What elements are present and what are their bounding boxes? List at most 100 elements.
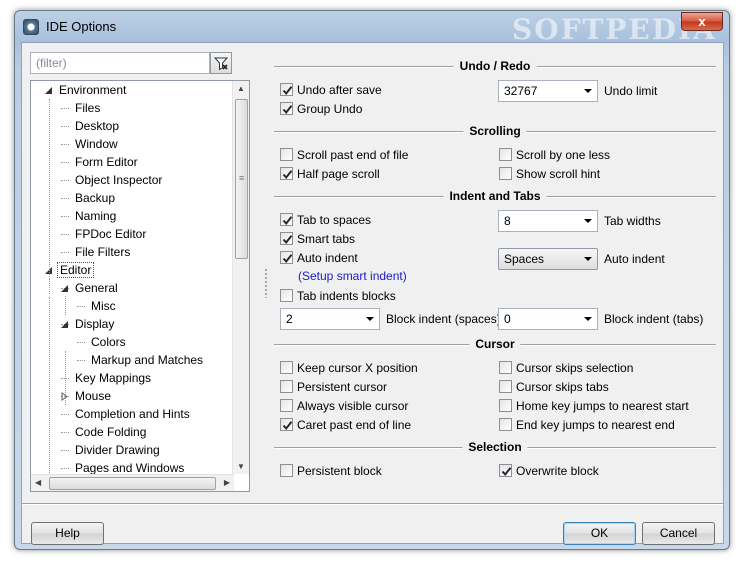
tree-item-label: Backup (75, 191, 116, 205)
title-bar[interactable]: IDE Options SOFTPEDIA x (15, 11, 729, 46)
cursor-skips-selection-checkbox[interactable]: Cursor skips selection (499, 360, 633, 376)
scroll-by-one-less-checkbox[interactable]: Scroll by one less (499, 147, 610, 163)
tree-item-label: Divider Drawing (75, 443, 160, 457)
tree-item[interactable]: Files (73, 99, 102, 117)
checkbox-unchecked-icon (280, 361, 293, 374)
checkbox-unchecked-icon (280, 399, 293, 412)
tree-guide (49, 99, 50, 279)
chevron-down-icon (584, 89, 592, 93)
tree-item[interactable]: Desktop (73, 117, 121, 135)
tree-item[interactable]: Mouse (73, 387, 113, 405)
tree-connector (61, 468, 69, 469)
smart-tabs-checkbox[interactable]: Smart tabs (280, 231, 355, 247)
tree-item[interactable]: Code Folding (73, 423, 148, 441)
tree-horizontal-scrollbar[interactable]: ◀ ▶ (31, 474, 234, 491)
ok-button[interactable]: OK (563, 522, 636, 545)
expand-triangle-icon[interactable] (60, 284, 69, 293)
tree-item-label: Naming (75, 209, 117, 223)
checkbox-checked-icon (280, 83, 293, 96)
always-visible-cursor-checkbox[interactable]: Always visible cursor (280, 398, 408, 414)
expand-triangle-icon[interactable] (44, 86, 53, 95)
checkbox-unchecked-icon (499, 361, 512, 374)
tree-item-label: Form Editor (75, 155, 138, 169)
cursor-skips-tabs-checkbox[interactable]: Cursor skips tabs (499, 379, 609, 395)
tree-item[interactable]: Markup and Matches (89, 351, 205, 369)
tree-vertical-scrollbar[interactable]: ▲ ≡ ▼ (232, 81, 249, 474)
tree-item[interactable]: Form Editor (73, 153, 140, 171)
filter-input[interactable]: (filter) (30, 52, 210, 74)
overwrite-block-checkbox[interactable]: Overwrite block (499, 463, 599, 479)
scroll-up-icon[interactable]: ▲ (237, 84, 245, 93)
filter-clear-icon (214, 57, 229, 71)
block-indent-spaces-label: Block indent (spaces) (386, 312, 501, 326)
block-indent-spaces-combo[interactable]: 2 (280, 308, 380, 330)
tree-item[interactable]: Object Inspector (73, 171, 164, 189)
tree-item[interactable]: Display (73, 315, 116, 333)
section-title: Scrolling (463, 124, 527, 138)
half-page-scroll-checkbox[interactable]: Half page scroll (280, 166, 380, 182)
tab-to-spaces-checkbox[interactable]: Tab to spaces (280, 212, 371, 228)
tree-item[interactable]: FPDoc Editor (73, 225, 148, 243)
tree-item-label: Key Mappings (75, 371, 152, 385)
section-title: Indent and Tabs (443, 189, 547, 203)
chevron-down-icon (584, 317, 592, 321)
tree-item[interactable]: File Filters (73, 243, 132, 261)
grip-icon: ≡ (239, 173, 245, 183)
setup-smart-indent-link[interactable]: (Setup smart indent) (298, 269, 407, 283)
group-undo-checkbox[interactable]: Group Undo (280, 101, 362, 117)
tree-connector (61, 450, 69, 451)
options-tree[interactable]: Environment Files Desktop Window Form Editor… (30, 80, 250, 492)
scroll-down-icon[interactable]: ▼ (237, 462, 245, 471)
tree-item[interactable]: Naming (73, 207, 118, 225)
scroll-left-icon[interactable]: ◀ (35, 478, 41, 487)
close-button[interactable]: x (681, 12, 723, 31)
expand-triangle-icon[interactable] (60, 320, 69, 329)
keep-cursor-x-checkbox[interactable]: Keep cursor X position (280, 360, 418, 376)
auto-indent-checkbox[interactable]: Auto indent (280, 250, 358, 266)
block-indent-tabs-combo[interactable]: 0 (498, 308, 598, 330)
tree-horizontal-thumb[interactable] (49, 477, 216, 490)
tree-item-label: General (75, 281, 118, 295)
scroll-past-eof-checkbox[interactable]: Scroll past end of file (280, 147, 408, 163)
tree-item[interactable]: Colors (89, 333, 128, 351)
persistent-cursor-checkbox[interactable]: Persistent cursor (280, 379, 387, 395)
tree-item[interactable]: Environment (57, 81, 128, 99)
home-key-jumps-checkbox[interactable]: Home key jumps to nearest start (499, 398, 689, 414)
chevron-down-icon (584, 219, 592, 223)
tree-item[interactable]: Key Mappings (73, 369, 153, 387)
end-key-jumps-checkbox[interactable]: End key jumps to nearest end (499, 417, 675, 433)
auto-indent-mode-select[interactable]: Spaces (498, 248, 598, 270)
tree-connector (61, 108, 69, 109)
tree-item[interactable]: Divider Drawing (73, 441, 162, 459)
checkbox-unchecked-icon (499, 148, 512, 161)
checkbox-checked-icon (280, 251, 293, 264)
undo-after-save-checkbox[interactable]: Undo after save (280, 82, 382, 98)
tree-guide (65, 351, 66, 405)
ide-options-window: IDE Options SOFTPEDIA x (filter) Environ… (14, 10, 730, 550)
chevron-down-icon (584, 257, 592, 261)
tree-item-label: Markup and Matches (91, 353, 204, 367)
tree-item[interactable]: Misc (89, 297, 118, 315)
scroll-right-icon[interactable]: ▶ (224, 478, 230, 487)
tree-item[interactable]: Completion and Hints (73, 405, 192, 423)
tab-widths-combo[interactable]: 8 (498, 210, 598, 232)
tree-item[interactable]: Window (73, 135, 120, 153)
tab-indents-blocks-checkbox[interactable]: Tab indents blocks (280, 288, 396, 304)
tree-item-label: File Filters (75, 245, 131, 259)
checkbox-checked-icon (280, 102, 293, 115)
tree-item[interactable]: General (73, 279, 120, 297)
section-title: Cursor (469, 337, 521, 351)
checkbox-unchecked-icon (499, 399, 512, 412)
pane-splitter[interactable] (264, 268, 268, 298)
persistent-block-checkbox[interactable]: Persistent block (280, 463, 382, 479)
caret-past-eol-checkbox[interactable]: Caret past end of line (280, 417, 411, 433)
tree-item-label: Pages and Windows (75, 461, 185, 475)
tree-connector (77, 342, 85, 343)
clear-filter-button[interactable] (210, 52, 232, 74)
tree-item[interactable]: Editor (57, 261, 95, 279)
undo-limit-combo[interactable]: 32767 (498, 80, 598, 102)
cancel-button[interactable]: Cancel (642, 522, 715, 545)
help-button[interactable]: Help (31, 522, 104, 545)
show-scroll-hint-checkbox[interactable]: Show scroll hint (499, 166, 600, 182)
tree-item[interactable]: Backup (73, 189, 117, 207)
